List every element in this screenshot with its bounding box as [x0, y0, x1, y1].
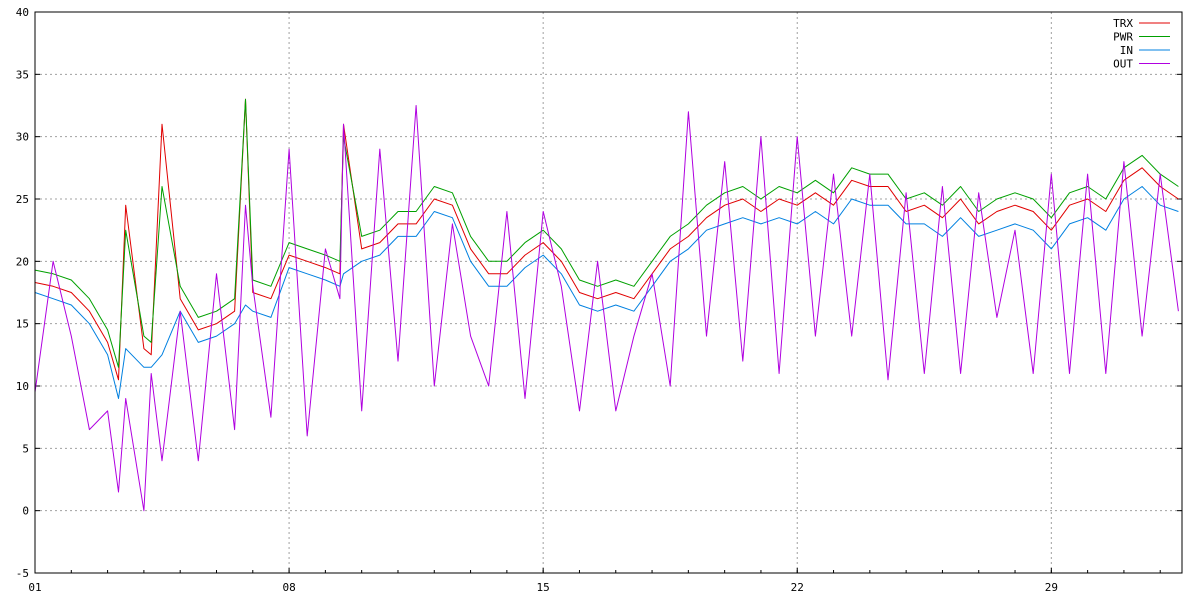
legend-label-in: IN	[1120, 44, 1133, 57]
x-tick-label: 15	[537, 581, 550, 594]
y-tick-label: 40	[16, 6, 29, 19]
y-tick-label: 5	[22, 442, 29, 455]
legend-label-pwr: PWR	[1113, 31, 1133, 44]
line-chart: -5 0 5 10 15 20 25 30 35 40 01 08 15 22 29 TRXPWRINOUT	[0, 0, 1200, 600]
legend-label-out: OUT	[1113, 58, 1133, 71]
legend-label-trx: TRX	[1113, 17, 1133, 30]
y-tick-label: 25	[16, 193, 29, 206]
y-tick-label: 20	[16, 255, 29, 268]
y-tick-label: 10	[16, 380, 29, 393]
chart-background	[0, 0, 1200, 600]
x-tick-label: 22	[791, 581, 804, 594]
y-tick-label: 35	[16, 68, 29, 81]
y-tick-label: 15	[16, 318, 29, 331]
y-tick-label: -5	[16, 567, 29, 580]
x-tick-label: 08	[282, 581, 295, 594]
y-tick-label: 0	[22, 505, 29, 518]
y-tick-label: 30	[16, 131, 29, 144]
x-tick-label: 29	[1045, 581, 1058, 594]
x-tick-label: 01	[28, 581, 41, 594]
